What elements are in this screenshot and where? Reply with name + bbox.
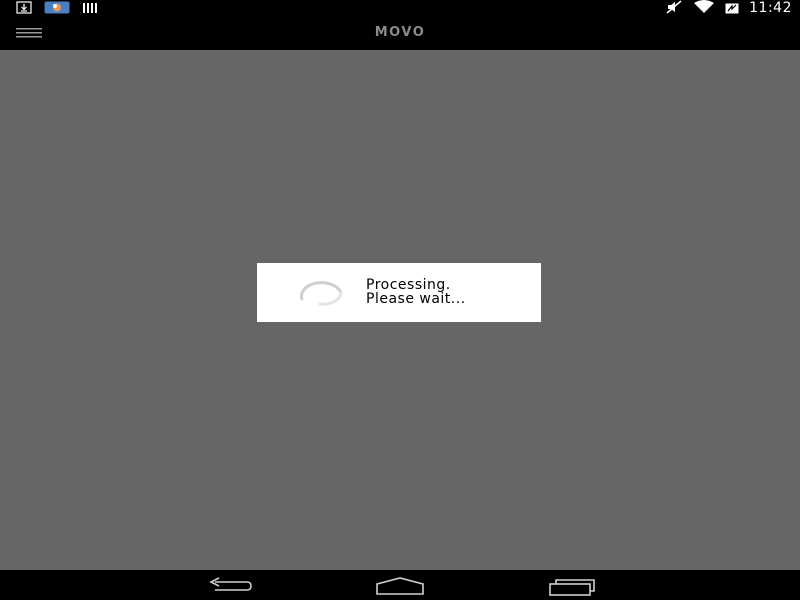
progress-message-line2: Please wait... [366,291,466,307]
recents-button[interactable] [548,576,598,596]
home-icon[interactable] [375,576,425,596]
muted-icon [665,0,683,18]
notification-icons [16,0,98,18]
recents-icon[interactable] [548,576,598,596]
app-bar: MOVO [0,16,800,50]
system-icons: 11:42 [665,0,792,16]
progress-message: Processing. Please wait... [366,278,466,306]
wifi-icon [693,0,715,18]
battery-icon [725,0,739,18]
back-button[interactable] [205,576,253,596]
screen: 11:42 MOVO Processing. Please wait... [0,0,800,600]
content-overlay: Processing. Please wait... [0,50,800,570]
storage-icon [82,0,98,18]
clock: 11:42 [749,0,792,16]
app-title: MOVO [374,25,426,40]
status-bar: 11:42 [0,0,800,16]
progress-dialog: Processing. Please wait... [257,263,541,322]
back-icon[interactable] [205,576,253,596]
app-notification-icon [44,0,70,18]
progress-message-line1: Processing. [366,277,451,293]
home-button[interactable] [375,576,425,596]
download-icon [16,0,32,18]
navigation-bar [0,570,800,600]
loading-spinner-icon [294,279,344,307]
